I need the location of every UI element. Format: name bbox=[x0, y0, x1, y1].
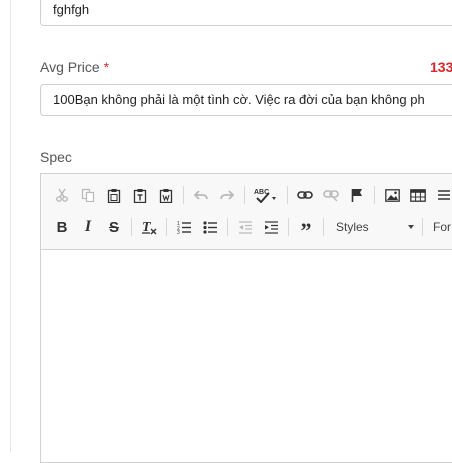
svg-text:3: 3 bbox=[177, 230, 180, 234]
spellcheck-icon[interactable]: ABC bbox=[249, 183, 283, 207]
avg-price-label: Avg Price * bbox=[40, 59, 109, 75]
paste-text-icon[interactable] bbox=[127, 183, 153, 207]
editor-toolbar: ABC B I S T 1 2 3 ” Styles For bbox=[41, 174, 452, 250]
indent-icon[interactable] bbox=[258, 215, 284, 239]
toolbar-separator bbox=[323, 218, 324, 236]
chevron-down-icon bbox=[408, 225, 414, 229]
numbered-list-icon[interactable]: 123 bbox=[171, 215, 197, 239]
toolbar-separator bbox=[288, 218, 289, 236]
avg-price-input[interactable]: 100Bạn không phải là một tình cờ. Việc r… bbox=[40, 84, 452, 116]
remove-format-icon[interactable]: T bbox=[136, 215, 162, 239]
required-marker: * bbox=[103, 59, 110, 75]
undo-icon[interactable] bbox=[188, 183, 214, 207]
toolbar-separator bbox=[131, 218, 132, 236]
toolbar-separator bbox=[374, 186, 375, 204]
name-input[interactable]: fghfgh bbox=[40, 0, 452, 26]
link-icon[interactable] bbox=[292, 183, 318, 207]
toolbar-separator bbox=[183, 186, 184, 204]
toolbar-row-2: B I S T 123 ” Styles For bbox=[49, 215, 451, 242]
bulleted-list-icon[interactable] bbox=[197, 215, 223, 239]
spec-label: Spec bbox=[40, 149, 72, 165]
toolbar-separator bbox=[422, 218, 423, 236]
styles-dropdown-label: Styles bbox=[336, 220, 369, 234]
blockquote-icon[interactable]: ” bbox=[293, 215, 319, 242]
toolbar-separator bbox=[227, 218, 228, 236]
copy-icon[interactable] bbox=[75, 183, 101, 207]
toolbar-separator bbox=[287, 186, 288, 204]
image-icon[interactable] bbox=[379, 183, 405, 207]
avg-price-label-text: Avg Price bbox=[40, 59, 100, 75]
format-dropdown[interactable]: For bbox=[427, 220, 451, 234]
outdent-icon[interactable] bbox=[232, 215, 258, 239]
toolbar-separator bbox=[244, 186, 245, 204]
spec-editor: ABC B I S T 1 2 3 ” Styles For bbox=[40, 173, 452, 463]
anchor-flag-icon[interactable] bbox=[344, 183, 370, 207]
horizontal-line-icon[interactable] bbox=[431, 183, 452, 207]
bold-icon[interactable]: B bbox=[49, 215, 75, 239]
left-border bbox=[10, 0, 11, 452]
toolbar-separator bbox=[166, 218, 167, 236]
table-icon[interactable] bbox=[405, 183, 431, 207]
char-counter: 133 bbox=[430, 59, 452, 75]
paste-word-icon[interactable] bbox=[153, 183, 179, 207]
unlink-icon[interactable] bbox=[318, 183, 344, 207]
paste-icon[interactable] bbox=[101, 183, 127, 207]
strikethrough-icon[interactable]: S bbox=[101, 215, 127, 239]
italic-icon[interactable]: I bbox=[75, 215, 101, 239]
toolbar-row-1: ABC bbox=[49, 183, 452, 207]
cut-icon[interactable] bbox=[49, 183, 75, 207]
styles-dropdown[interactable]: Styles bbox=[330, 216, 418, 238]
editor-content-area[interactable] bbox=[41, 250, 452, 462]
redo-icon[interactable] bbox=[214, 183, 240, 207]
